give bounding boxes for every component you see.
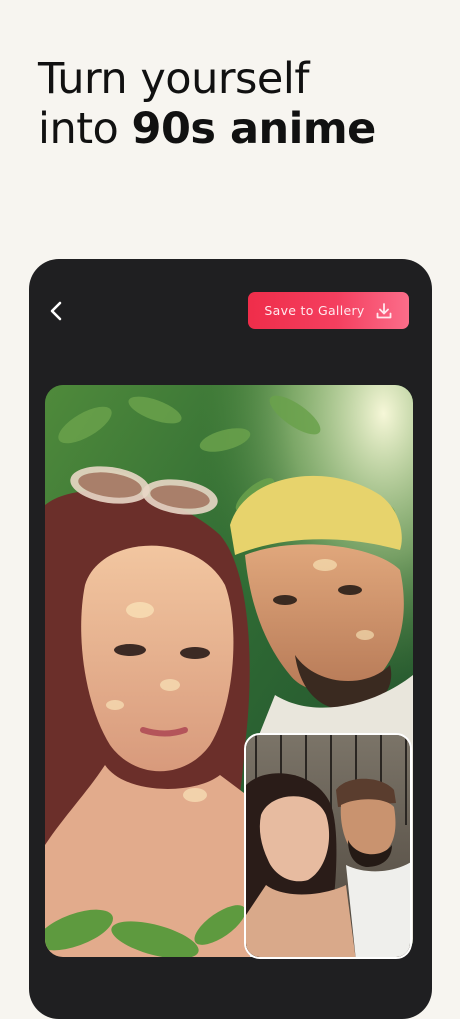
save-to-gallery-label: Save to Gallery	[264, 303, 365, 318]
headline-line-1: Turn yourself	[38, 54, 309, 104]
original-photo-thumbnail	[244, 733, 412, 959]
save-to-gallery-button[interactable]: Save to Gallery	[248, 292, 409, 329]
chevron-left-icon	[50, 301, 62, 321]
download-icon	[376, 302, 391, 318]
headline: Turn yourself into 90s anime	[38, 54, 376, 154]
phone-mockup: Save to Gallery	[29, 259, 432, 1019]
back-button[interactable]	[43, 297, 71, 325]
headline-line-2-bold: 90s anime	[131, 104, 377, 154]
headline-line-2: into 90s anime	[38, 104, 376, 154]
headline-line-2-prefix: into	[38, 104, 132, 154]
